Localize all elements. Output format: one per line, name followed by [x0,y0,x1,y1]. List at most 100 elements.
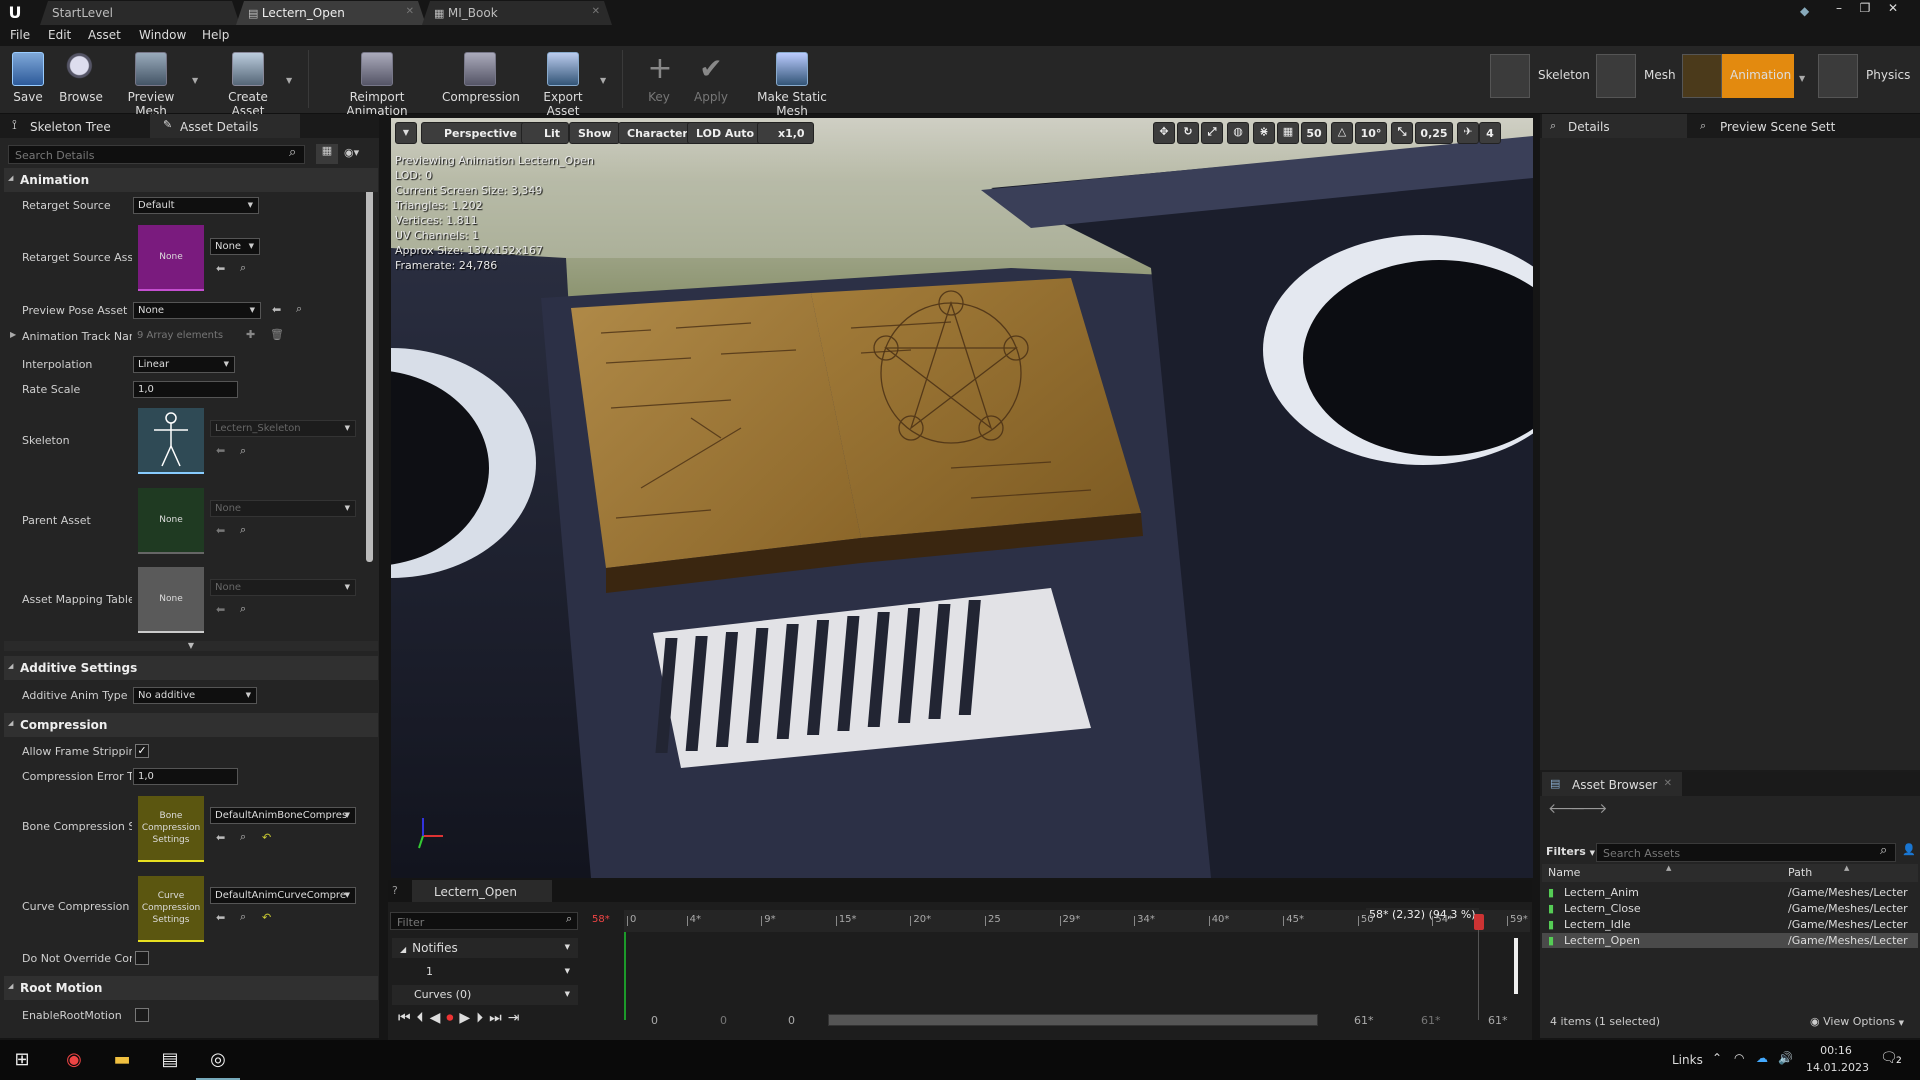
unreal-engine-icon[interactable]: ◎ [196,1040,240,1080]
tab-lectern-open[interactable]: ▤ Lectern_Open ✕ [236,1,426,25]
menu-file[interactable]: File [10,28,30,42]
apply-button[interactable]: ✔ Apply [692,50,730,110]
notify-track-1[interactable]: 1 ▼ [392,962,578,982]
filters-button[interactable]: Filters ▼ [1546,845,1595,858]
retarget-asset-thumbnail[interactable]: None [138,225,204,291]
chrome-icon[interactable]: ◉ [52,1040,96,1080]
use-selected-arrow-icon[interactable]: ⬅ [216,911,225,924]
chevron-down-icon[interactable]: ▼ [565,967,570,975]
asset-row[interactable]: ▮ Lectern_Anim/Game/Meshes/Lecter [1542,885,1918,900]
browse-magnifier-icon[interactable]: ⌕ [240,523,246,537]
asset-row[interactable]: ▮ Lectern_Close/Game/Meshes/Lecter [1542,901,1918,916]
tab-preview-scene[interactable]: Preview Scene Sett [1692,114,1862,138]
chevron-down-icon[interactable]: ▼ [1799,74,1805,83]
tab-skeleton-tree[interactable]: Skeleton Tree [0,114,160,138]
tab-asset-browser[interactable]: Asset Browser ✕ [1542,772,1682,796]
interpolation-combo[interactable]: Linear [133,356,235,373]
frame-stripping-checkbox[interactable]: ✓ [135,744,149,758]
rotation-snap-value[interactable]: 10° [1355,122,1387,144]
reset-to-default-icon[interactable]: ↶ [262,831,271,844]
search-assets-input[interactable]: Search Assets [1596,843,1896,862]
column-name[interactable]: Name [1548,866,1580,879]
bone-compression-thumbnail[interactable]: Bone Compression Settings [138,796,204,862]
save-button[interactable]: Save [8,50,48,110]
play-icon[interactable]: ▶ [459,1010,476,1026]
skeleton-thumbnail[interactable] [138,408,204,474]
chevron-down-icon[interactable]: ▼ [565,990,570,998]
chevron-down-icon[interactable]: ▼ [565,943,570,951]
character-button[interactable]: Character [618,122,697,144]
curve-compression-combo[interactable]: DefaultAnimCurveCompre [210,887,356,904]
browse-magnifier-icon[interactable]: ⌕ [296,302,302,316]
lod-button[interactable]: LOD Auto [687,122,764,144]
viewport-options-button[interactable]: ▼ [395,122,417,144]
use-selected-arrow-icon[interactable]: ⬅ [272,303,281,316]
timeline-filter-input[interactable]: Filter [390,912,578,930]
do-not-override-checkbox[interactable] [135,951,149,965]
browse-magnifier-icon[interactable]: ⌕ [240,261,246,275]
scale-snap-icon[interactable]: ⤡ [1391,122,1413,144]
chevron-down-icon[interactable]: ▼ [286,76,292,85]
property-matrix-icon[interactable]: ▦ [316,144,338,164]
tab-details[interactable]: Details [1542,114,1687,138]
section-root-motion[interactable]: Root Motion [4,976,378,1000]
help-icon[interactable]: ? [392,884,398,897]
view-options-button[interactable]: ◉ View Options ▼ [1810,1015,1904,1028]
range-end-value[interactable]: 61* [1488,1014,1508,1027]
lit-button[interactable]: Lit [521,122,570,144]
column-path[interactable]: Path [1788,866,1812,879]
playhead-handle[interactable] [1474,914,1484,930]
curves-track-header[interactable]: Curves (0) ▼ [392,985,578,1005]
browse-magnifier-icon[interactable]: ⌕ [240,602,246,616]
rate-scale-input[interactable]: 1,0 [133,381,238,398]
preview-mesh-button[interactable]: Preview Mesh [112,50,190,118]
chevron-down-icon[interactable]: ▼ [600,76,606,85]
notifies-track-header[interactable]: ◢ Notifies ▼ [392,938,578,958]
export-asset-button[interactable]: Export Asset [526,50,600,118]
view-start-value[interactable]: 0 [720,1014,727,1027]
use-selected-arrow-icon[interactable]: ⬅ [216,262,225,275]
advanced-expand-icon[interactable]: ▼ [4,641,378,651]
browse-magnifier-icon[interactable]: ⌕ [240,444,246,458]
enable-root-motion-checkbox[interactable] [135,1008,149,1022]
parent-asset-thumbnail[interactable]: None [138,488,204,554]
eye-icon[interactable]: ◉▾ [344,146,359,159]
section-additive-settings[interactable]: Additive Settings [4,656,378,680]
world-local-icon[interactable]: ◍ [1227,122,1249,144]
close-window-icon[interactable]: ✕ [1880,0,1906,18]
volume-icon[interactable]: 🔊 [1778,1051,1793,1065]
taskbar-links[interactable]: Links [1672,1053,1703,1067]
asset-row[interactable]: ▮ Lectern_Idle/Game/Meshes/Lecter [1542,917,1918,932]
view-range-slider[interactable] [828,1014,1318,1026]
grid-snap-icon[interactable]: ▦ [1277,122,1299,144]
camera-speed-icon[interactable]: ✈ [1457,122,1479,144]
retarget-asset-combo[interactable]: None [210,238,260,255]
make-static-mesh-button[interactable]: Make Static Mesh [742,50,842,118]
forward-arrow-icon[interactable]: 🡒 [1570,800,1608,817]
grid-size-value[interactable]: 50 [1301,122,1327,144]
playback-speed-button[interactable]: x1,0 [757,122,814,144]
play-start-value[interactable]: 0 [788,1014,795,1027]
network-icon[interactable]: ◠ [1734,1051,1744,1065]
preview-pose-combo[interactable]: None [133,302,261,319]
chevron-up-icon[interactable]: ⌃ [1712,1051,1722,1065]
preview-viewport[interactable]: ▼ Perspective Lit Show Character LOD Aut… [391,118,1533,878]
mode-animation[interactable]: Animation [1682,54,1794,98]
range-start-value[interactable]: 0 [651,1014,658,1027]
loop-icon[interactable]: ⇥ [508,1010,526,1026]
restore-icon[interactable]: ❐ [1852,0,1878,18]
expand-arrow-icon[interactable]: ▶ [10,330,16,339]
jump-to-start-icon[interactable]: ⏮ [398,1010,417,1026]
notepad-icon[interactable]: ▤ [148,1040,192,1080]
compression-error-input[interactable]: 1,0 [133,768,238,785]
compression-button[interactable]: Compression [442,50,520,110]
curve-compression-thumbnail[interactable]: Curve Compression Settings [138,876,204,942]
add-element-icon[interactable]: ✚ [246,328,255,341]
scrollbar-thumb[interactable] [366,172,373,562]
jump-to-end-icon[interactable]: ⏭ [489,1010,508,1026]
show-button[interactable]: Show [569,122,621,144]
asset-mapping-thumbnail[interactable]: None [138,567,204,633]
clock-date[interactable]: 14.01.2023 [1806,1061,1869,1074]
record-icon[interactable]: ⏺ [446,1010,459,1026]
windows-start-icon[interactable]: ⊞ [0,1040,44,1080]
